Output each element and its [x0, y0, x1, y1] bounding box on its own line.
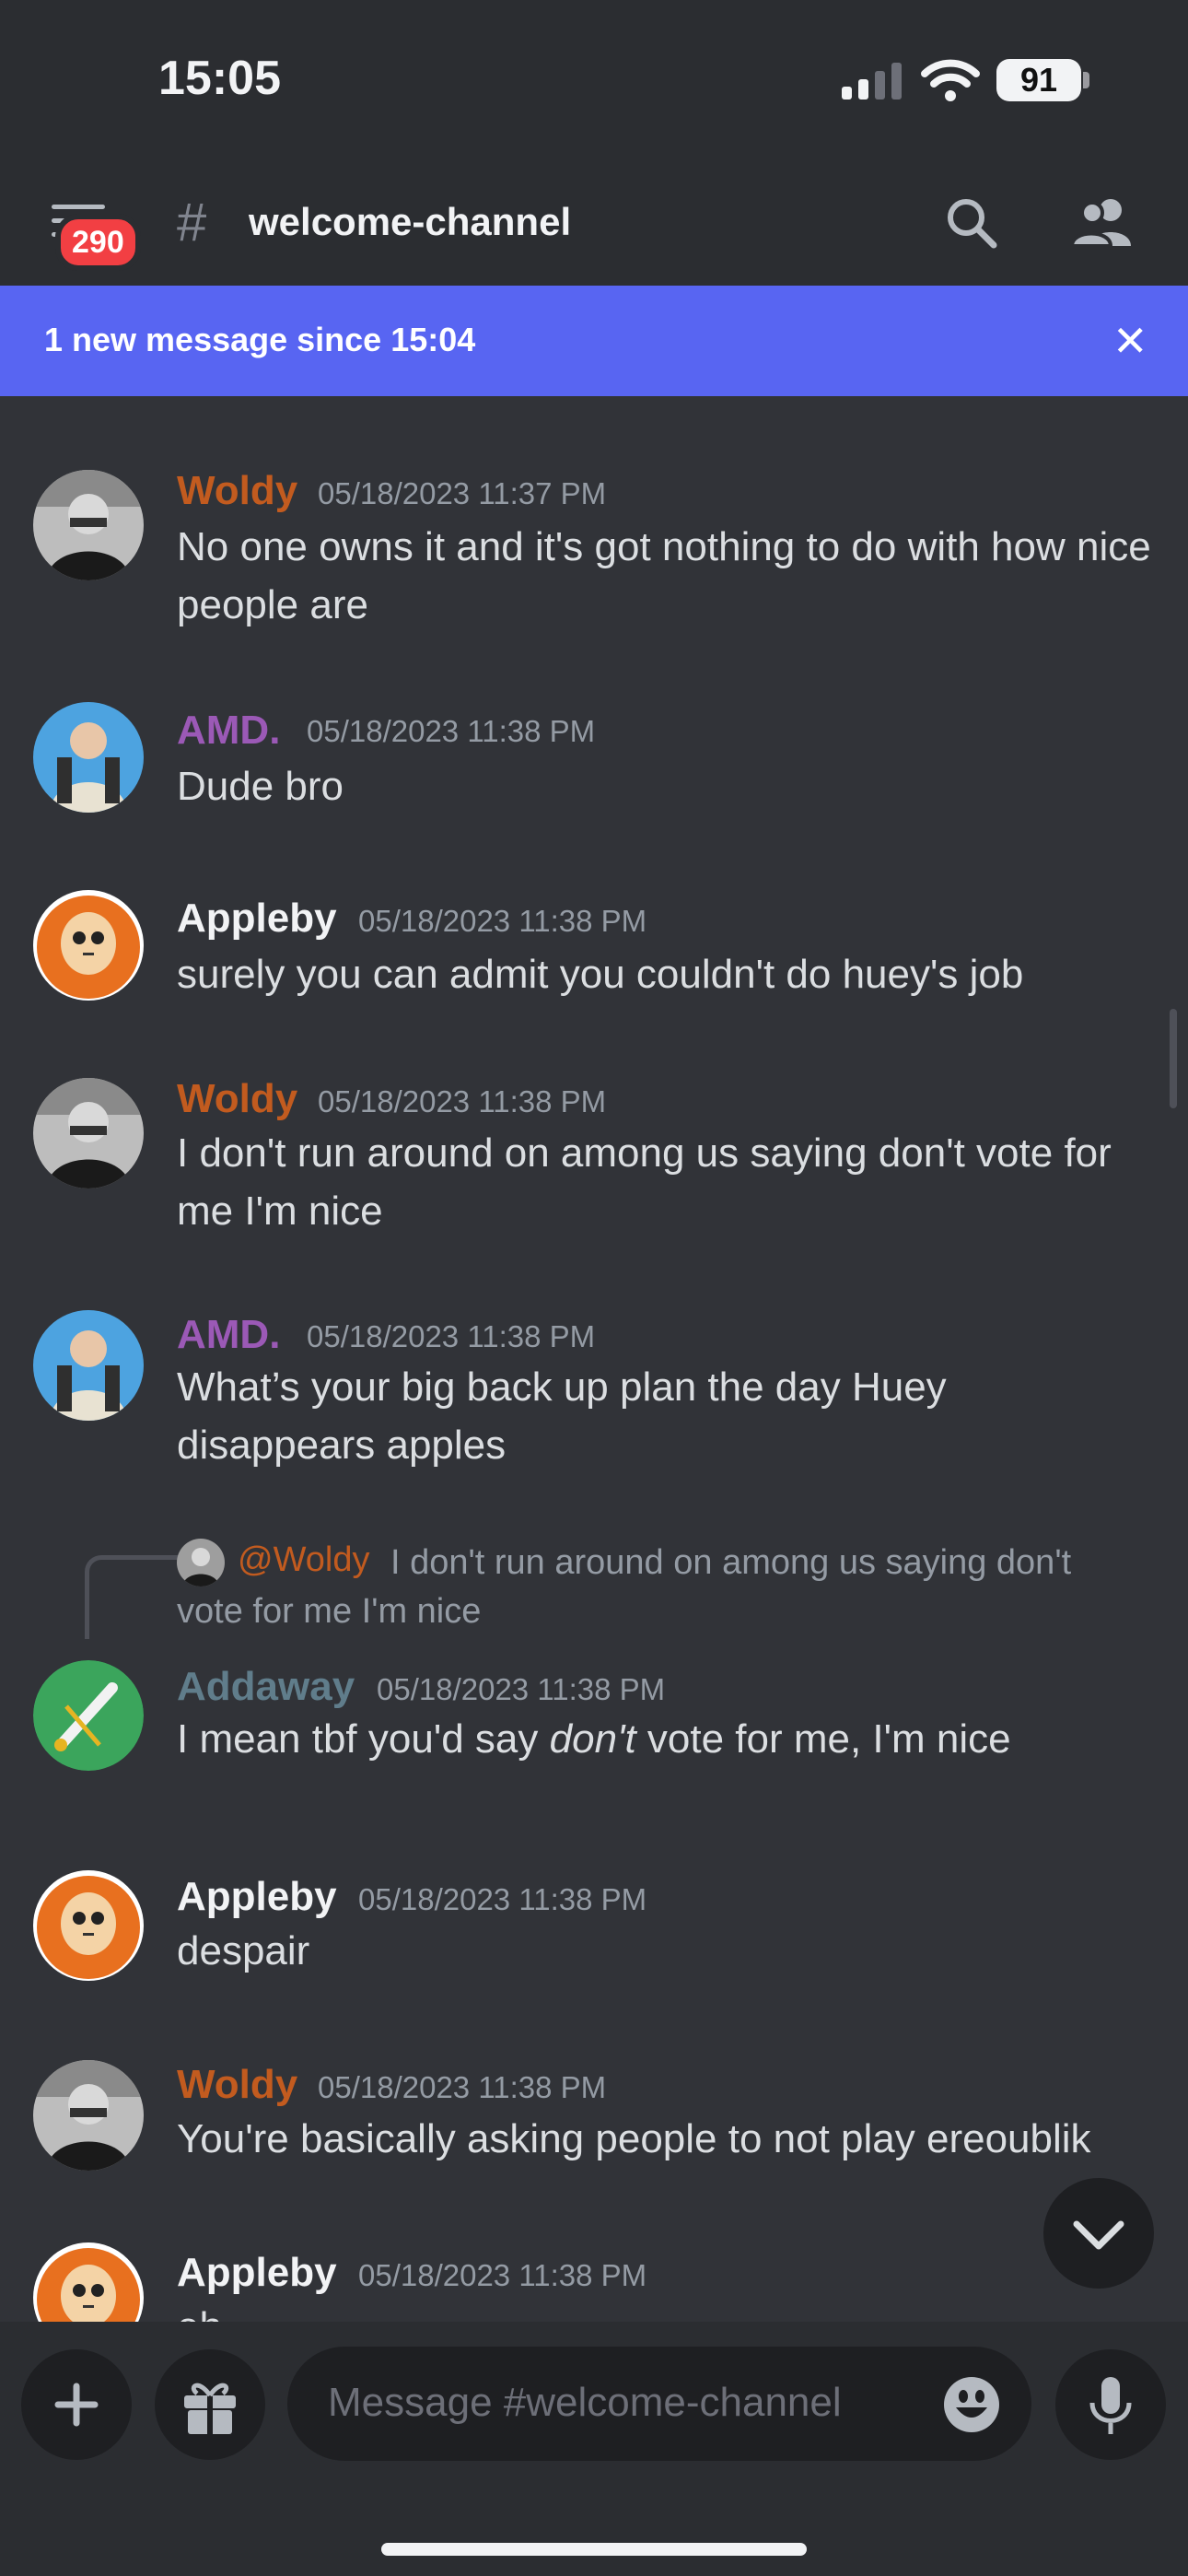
- members-icon[interactable]: [1072, 196, 1133, 248]
- message-input-placeholder: Message #welcome-channel: [328, 2380, 842, 2425]
- avatar-amd[interactable]: [33, 702, 144, 813]
- message-text-italic: don't: [549, 1716, 636, 1762]
- message-timestamp: 05/18/2023 11:38 PM: [377, 1672, 666, 1706]
- message-input[interactable]: Message #welcome-channel: [287, 2347, 1031, 2461]
- message-text: No one owns it and it's got nothing to d…: [177, 524, 1151, 627]
- gift-button[interactable]: [155, 2349, 265, 2460]
- gift-icon: [184, 2383, 236, 2434]
- close-icon[interactable]: ✕: [1112, 320, 1148, 362]
- status-time: 15:05: [158, 52, 281, 105]
- author-name[interactable]: AMD.: [177, 1312, 280, 1358]
- avatar-amd[interactable]: [33, 1310, 144, 1421]
- avatar-woldy[interactable]: [33, 470, 144, 580]
- message-timestamp: 05/18/2023 11:38 PM: [318, 1084, 607, 1118]
- emoji-icon[interactable]: [943, 2376, 1000, 2433]
- author-name[interactable]: Appleby: [177, 896, 337, 942]
- voice-message-button[interactable]: [1055, 2349, 1166, 2460]
- message-text: I mean tbf you'd say don't vote for me, …: [177, 1710, 1153, 1768]
- message-timestamp: 05/18/2023 11:38 PM: [307, 714, 596, 748]
- message-timestamp: 05/18/2023 11:38 PM: [358, 1882, 647, 1916]
- avatar-woldy[interactable]: [33, 2060, 144, 2171]
- add-attachment-button[interactable]: [21, 2349, 132, 2460]
- scrollbar-thumb[interactable]: [1170, 1009, 1177, 1108]
- jump-to-present-button[interactable]: [1043, 2178, 1154, 2289]
- message-text: despair: [177, 1928, 310, 1973]
- author-name[interactable]: Woldy: [177, 1076, 297, 1122]
- message-timestamp: 05/18/2023 11:38 PM: [358, 2258, 647, 2292]
- author-name[interactable]: Appleby: [177, 2250, 337, 2296]
- wifi-icon: [921, 59, 980, 101]
- unread-badge: 290: [55, 214, 141, 271]
- message-timestamp: 05/18/2023 11:38 PM: [318, 2070, 607, 2104]
- author-name[interactable]: AMD.: [177, 708, 280, 754]
- message-text-part: vote for me, I'm nice: [635, 1716, 1011, 1762]
- author-name[interactable]: Woldy: [177, 2062, 297, 2108]
- message-text: I don't run around on among us saying do…: [177, 1130, 1112, 1234]
- new-messages-text: 1 new message since 15:04: [44, 321, 476, 358]
- avatar-appleby[interactable]: [33, 890, 144, 1001]
- author-name[interactable]: Appleby: [177, 1874, 337, 1920]
- message-list[interactable]: Woldy 05/18/2023 11:37 PM No one owns it…: [0, 396, 1188, 2322]
- plus-icon: [54, 2383, 99, 2427]
- author-name[interactable]: Addaway: [177, 1664, 355, 1710]
- home-indicator[interactable]: [381, 2543, 807, 2556]
- hash-icon: #: [177, 193, 207, 252]
- avatar-addaway[interactable]: [33, 1660, 144, 1771]
- message-timestamp: 05/18/2023 11:37 PM: [318, 476, 607, 510]
- message-timestamp: 05/18/2023 11:38 PM: [307, 1319, 596, 1353]
- message-text: What’s your big back up plan the day Hue…: [177, 1364, 947, 1468]
- reply-preview-text[interactable]: I don't run around on among us saying do…: [177, 1539, 1125, 1636]
- chevron-down-icon: [1073, 2220, 1124, 2250]
- cellular-signal-icon: [842, 63, 902, 100]
- battery-indicator: 91: [996, 59, 1081, 101]
- avatar-appleby[interactable]: [33, 2242, 144, 2322]
- message-text: surely you can admit you couldn't do hue…: [177, 952, 1024, 997]
- channel-title[interactable]: welcome-channel: [249, 200, 571, 244]
- message-text-part: I mean tbf you'd say: [177, 1716, 550, 1762]
- search-icon[interactable]: [945, 196, 998, 250]
- avatar-woldy[interactable]: [33, 1078, 144, 1188]
- message-text: Dude bro: [177, 764, 344, 809]
- message-text: You're basically asking people to not pl…: [177, 2116, 1091, 2161]
- message-timestamp: 05/18/2023 11:38 PM: [358, 904, 647, 938]
- author-name[interactable]: Woldy: [177, 468, 297, 514]
- battery-tip: [1083, 72, 1089, 88]
- message-text: eh: [177, 2298, 1153, 2322]
- reply-connector: [85, 1555, 178, 1639]
- avatar-appleby[interactable]: [33, 1870, 144, 1981]
- microphone-icon: [1089, 2377, 1132, 2434]
